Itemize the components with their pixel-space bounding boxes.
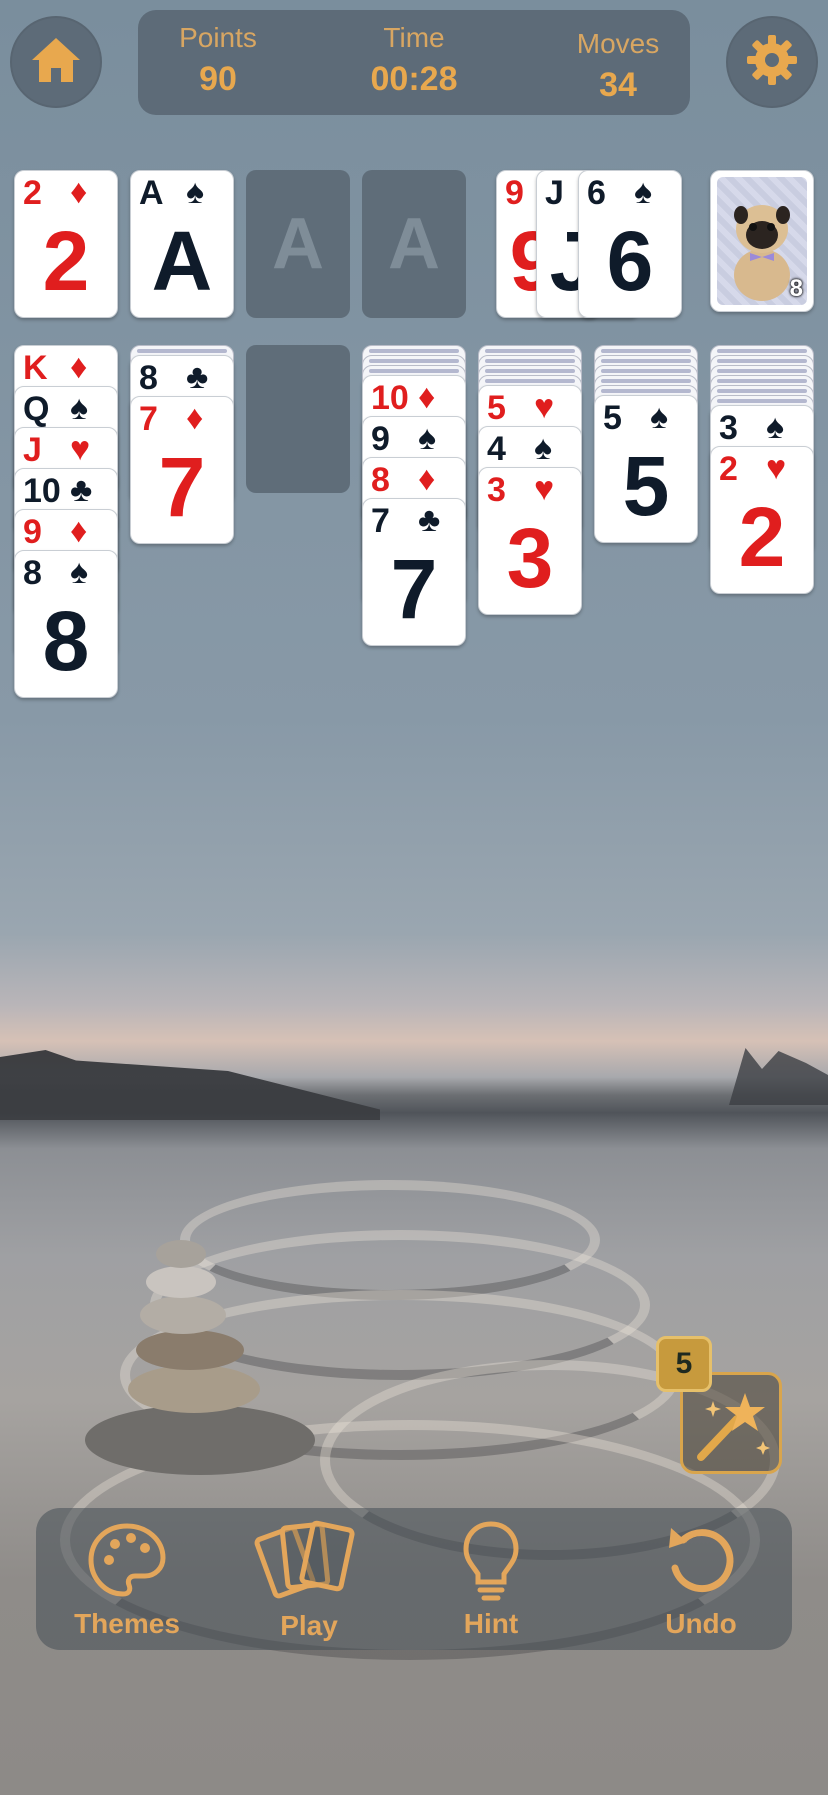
- home-button[interactable]: [10, 16, 102, 108]
- club-suit-icon: ♣: [70, 471, 93, 509]
- card-rank: 9: [23, 513, 42, 551]
- card-rank: 8: [23, 554, 42, 592]
- spade-suit-icon: ♠: [186, 173, 205, 211]
- score-panel: Points 90 Time 00:28 Moves 34: [138, 10, 690, 115]
- card-rank: 9: [505, 174, 524, 212]
- card-center-rank: 2: [738, 490, 786, 584]
- hint-button[interactable]: Hint: [416, 1518, 566, 1640]
- gear-icon: [744, 32, 800, 92]
- card-rank: 5: [603, 399, 622, 437]
- card-center-rank: 6: [606, 214, 654, 308]
- diamond-suit-icon: ♦: [418, 460, 436, 498]
- card-rank: 8: [139, 359, 158, 397]
- points-label: Points: [179, 22, 257, 53]
- card-rank: 7: [139, 400, 158, 438]
- card-rank: 7: [371, 502, 390, 540]
- card-back: 8: [717, 177, 807, 305]
- card-rank: 3: [719, 409, 738, 447]
- card-rank: 9: [371, 420, 390, 458]
- card-rank: 10: [371, 379, 409, 417]
- tableau-card[interactable]: 8 ♠ 8: [14, 550, 118, 698]
- undo-icon: [669, 1528, 734, 1593]
- card-rank: 8: [371, 461, 390, 499]
- moves-stat: Moves 34: [538, 28, 698, 105]
- distant-shore: [0, 1050, 380, 1120]
- foundation-spades[interactable]: A ♠ A: [130, 170, 234, 318]
- heart-suit-icon: ♥: [534, 388, 555, 426]
- diamond-suit-icon: ♦: [418, 378, 436, 416]
- card-rank: 5: [487, 389, 506, 427]
- club-suit-icon: ♣: [418, 501, 441, 539]
- card-center-rank: 2: [42, 214, 90, 308]
- time-label: Time: [383, 22, 445, 53]
- home-icon: [28, 34, 84, 90]
- spade-suit-icon: ♠: [634, 173, 653, 211]
- palette-icon: [88, 1523, 166, 1597]
- bottom-nav: Themes Play Hint Undo: [36, 1508, 792, 1650]
- undo-button[interactable]: Undo: [626, 1518, 776, 1640]
- heart-suit-icon: ♥: [534, 470, 555, 508]
- card-rank: K: [23, 349, 48, 387]
- tableau-card[interactable]: 3 ♥ 3: [478, 467, 582, 615]
- distant-rocks: [729, 1048, 828, 1105]
- card-center-rank: 7: [390, 542, 438, 636]
- waste-top-card[interactable]: 6 ♠ 6: [578, 170, 682, 318]
- heart-suit-icon: ♥: [766, 449, 787, 487]
- club-suit-icon: ♣: [186, 358, 209, 396]
- tableau-card[interactable]: 7 ♣ 7: [362, 498, 466, 646]
- foundation-empty-slot[interactable]: A: [362, 170, 466, 318]
- tableau-card[interactable]: 5 ♠ 5: [594, 395, 698, 543]
- diamond-suit-icon: ♦: [70, 173, 88, 211]
- card-rank: 2: [23, 174, 42, 212]
- tableau-card[interactable]: 7 ♦ 7: [130, 396, 234, 544]
- card-rank: 10: [23, 472, 61, 510]
- hint-label: Hint: [463, 1608, 519, 1639]
- time-value: 00:28: [370, 60, 458, 98]
- lightbulb-icon: [463, 1521, 519, 1601]
- card-rank: J: [545, 174, 564, 212]
- themes-label: Themes: [74, 1608, 180, 1639]
- diamond-suit-icon: ♦: [70, 348, 88, 386]
- card-rank: 6: [587, 174, 606, 212]
- card-center-rank: 3: [506, 511, 554, 605]
- moves-value: 34: [599, 66, 637, 104]
- points-value: 90: [199, 60, 237, 98]
- card-center-rank: 5: [622, 439, 670, 533]
- undo-label: Undo: [665, 1608, 737, 1639]
- spade-suit-icon: ♠: [418, 419, 437, 457]
- heart-suit-icon: ♥: [70, 430, 91, 468]
- time-stat: Time 00:28: [334, 22, 494, 99]
- spade-suit-icon: ♠: [534, 429, 553, 467]
- card-center-rank: 7: [158, 440, 206, 534]
- card-rank: A: [139, 174, 164, 212]
- diamond-suit-icon: ♦: [70, 512, 88, 550]
- stock-pile[interactable]: 8: [710, 170, 814, 312]
- wand-count-badge: 5: [656, 1336, 712, 1392]
- spade-suit-icon: ♠: [766, 408, 785, 446]
- card-rank: 2: [719, 450, 738, 488]
- card-rank: J: [23, 431, 42, 469]
- diamond-suit-icon: ♦: [186, 399, 204, 437]
- tableau-empty-slot[interactable]: [246, 345, 350, 493]
- play-label: Play: [280, 1610, 338, 1641]
- themes-button[interactable]: Themes: [52, 1518, 202, 1640]
- play-button[interactable]: Play: [234, 1518, 384, 1642]
- stock-count: 8: [789, 275, 803, 302]
- spade-suit-icon: ♠: [70, 389, 89, 427]
- cards-icon: [254, 1520, 355, 1599]
- card-center-rank: 8: [42, 594, 90, 688]
- card-rank: Q: [23, 390, 50, 428]
- points-stat: Points 90: [138, 22, 298, 99]
- card-rank: 4: [487, 430, 506, 468]
- spade-suit-icon: ♠: [650, 398, 669, 436]
- moves-label: Moves: [576, 28, 660, 59]
- card-center-rank: A: [151, 214, 213, 308]
- foundation-empty-slot[interactable]: A: [246, 170, 350, 318]
- spade-suit-icon: ♠: [70, 553, 89, 591]
- tableau-card[interactable]: 2 ♥ 2: [710, 446, 814, 594]
- foundation-diamonds[interactable]: 2 ♦ 2: [14, 170, 118, 318]
- card-rank: 3: [487, 471, 506, 509]
- settings-button[interactable]: [726, 16, 818, 108]
